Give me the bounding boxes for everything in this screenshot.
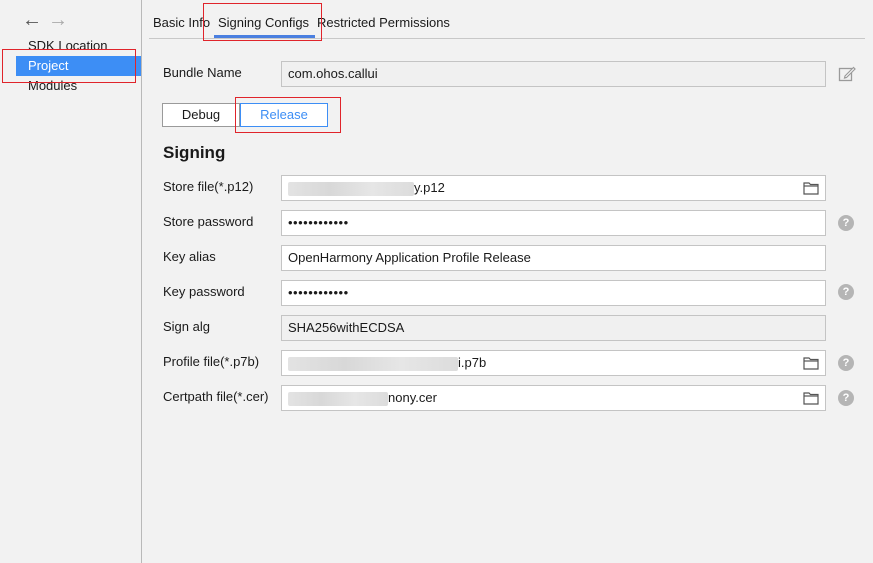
sign-alg-field: SHA256withECDSA (281, 315, 826, 341)
store-file-field[interactable]: y.p12 (281, 175, 826, 201)
store-password-field[interactable]: •••••••••••• (281, 210, 826, 236)
sidebar-divider (141, 0, 142, 563)
key-password-field[interactable]: •••••••••••• (281, 280, 826, 306)
certpath-file-field[interactable]: nony.cer (281, 385, 826, 411)
redacted-path (288, 181, 414, 196)
key-alias-label: Key alias (163, 249, 216, 264)
tab-basic-info[interactable]: Basic Info (153, 13, 210, 33)
help-icon[interactable]: ? (838, 355, 854, 371)
redacted-path (288, 391, 388, 406)
redacted-path (288, 356, 458, 371)
project-highlight-box (2, 49, 136, 83)
release-highlight-box (235, 97, 341, 133)
signing-heading: Signing (163, 143, 226, 162)
tab-restricted-permissions[interactable]: Restricted Permissions (317, 13, 450, 33)
profile-file-label: Profile file(*.p7b) (163, 354, 260, 369)
signing-configs-highlight-box (203, 3, 322, 41)
store-file-label: Store file(*.p12) (163, 179, 254, 194)
store-file-value: y.p12 (414, 180, 445, 195)
certpath-file-label: Certpath file(*.cer) (163, 389, 269, 404)
back-arrow-icon[interactable]: ← (22, 10, 42, 30)
forward-arrow-icon[interactable]: → (48, 10, 68, 30)
edit-icon[interactable] (838, 65, 856, 83)
folder-icon[interactable] (803, 391, 819, 405)
help-icon[interactable]: ? (838, 215, 854, 231)
key-password-label: Key password (163, 284, 245, 299)
key-alias-field[interactable]: OpenHarmony Application Profile Release (281, 245, 826, 271)
certpath-file-value: nony.cer (388, 390, 437, 405)
bundle-name-value: com.ohos.callui (288, 66, 378, 81)
bundle-name-label: Bundle Name (163, 65, 242, 80)
help-icon[interactable]: ? (838, 390, 854, 406)
profile-file-value: i.p7b (458, 355, 487, 370)
profile-file-field[interactable]: i.p7b (281, 350, 826, 376)
debug-button[interactable]: Debug (162, 103, 240, 127)
bundle-name-field: com.ohos.callui (281, 61, 826, 87)
sign-alg-label: Sign alg (163, 319, 210, 334)
folder-icon[interactable] (803, 356, 819, 370)
store-password-label: Store password (163, 214, 254, 229)
help-icon[interactable]: ? (838, 284, 854, 300)
folder-icon[interactable] (803, 181, 819, 195)
